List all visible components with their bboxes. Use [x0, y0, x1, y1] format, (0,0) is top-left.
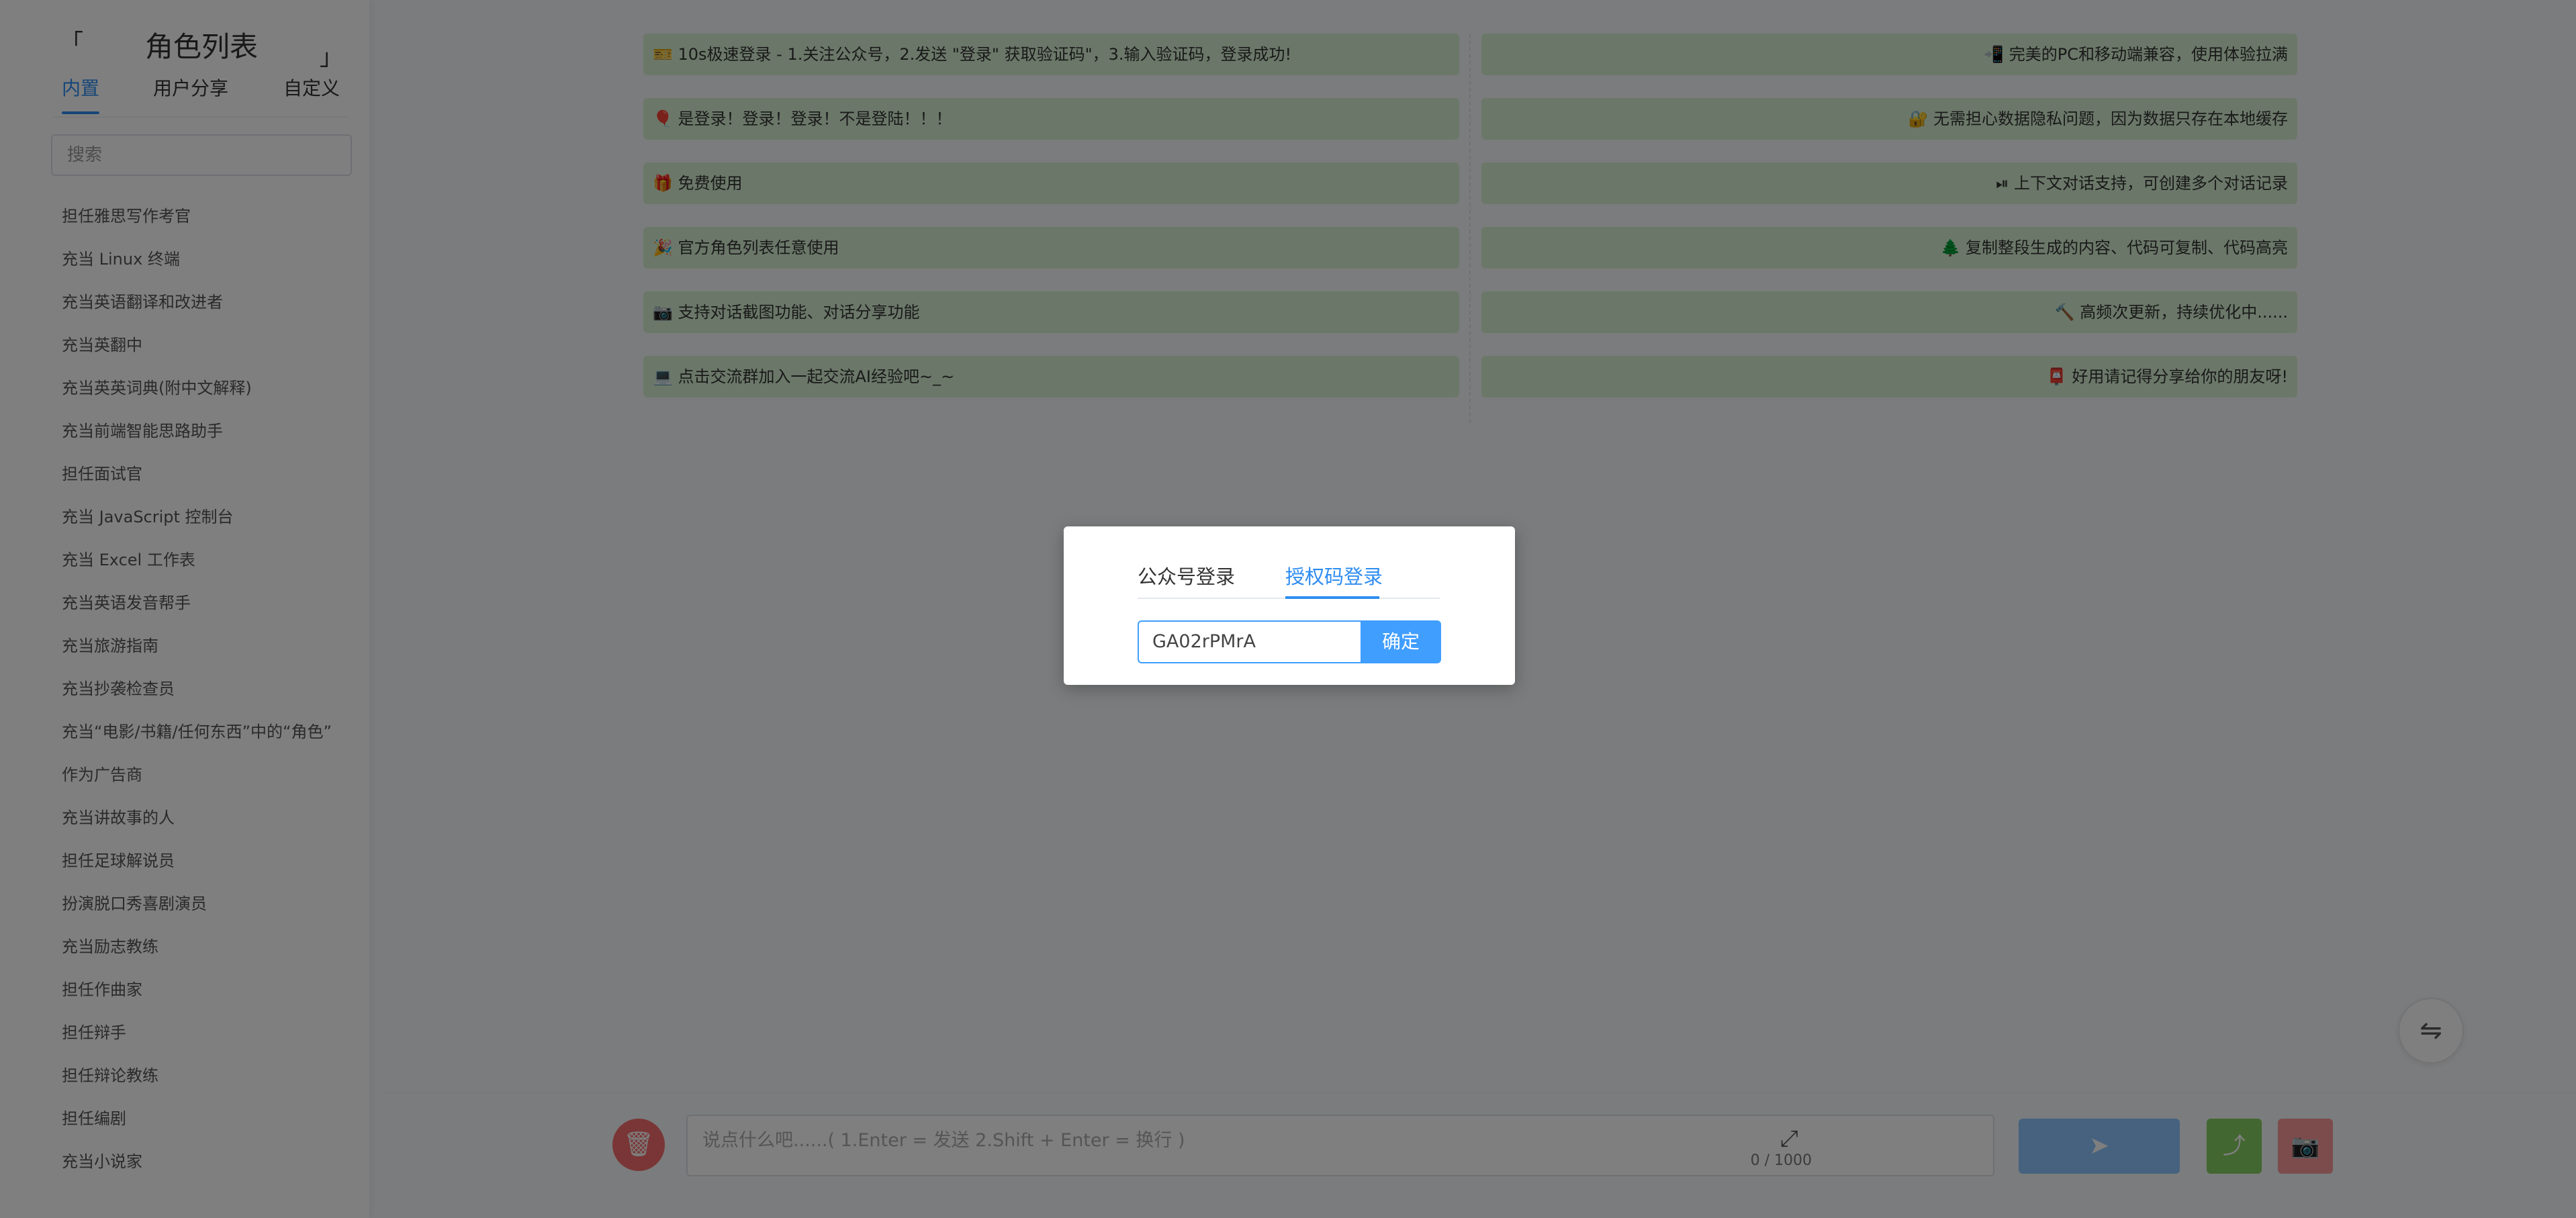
confirm-button[interactable]: 确定	[1361, 620, 1441, 663]
login-dialog: 公众号登录 授权码登录 GA02rPMrA 确定	[1064, 526, 1515, 685]
dialog-active-tab-indicator	[1285, 596, 1379, 599]
auth-code-input[interactable]: GA02rPMrA	[1138, 620, 1361, 663]
tab-wechat-login[interactable]: 公众号登录	[1138, 561, 1235, 590]
tab-auth-code-login[interactable]: 授权码登录	[1285, 561, 1383, 590]
